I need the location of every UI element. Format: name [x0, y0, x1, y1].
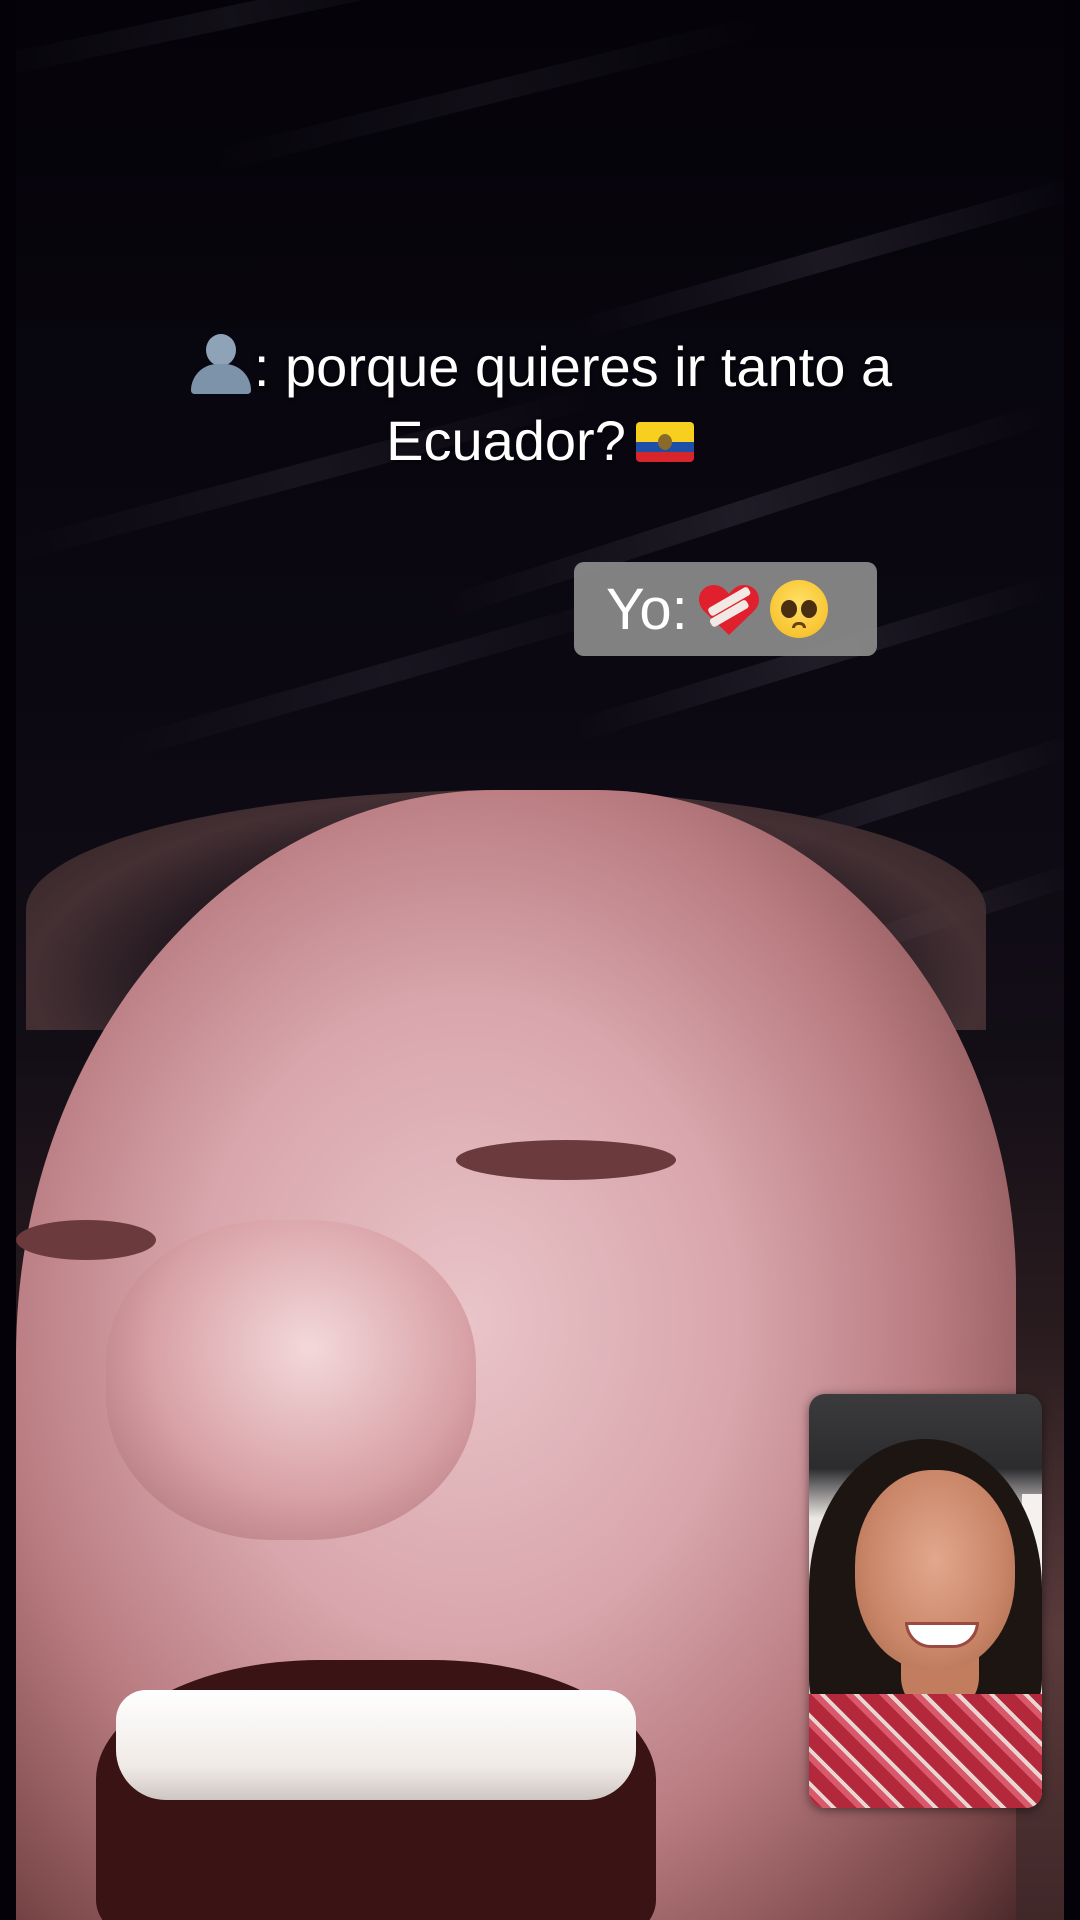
person-eye	[456, 1140, 676, 1180]
person-teeth	[116, 1690, 636, 1800]
ceiling-slat	[572, 177, 1064, 342]
person-eye	[16, 1220, 156, 1260]
ecuador-flag-icon	[635, 422, 694, 462]
caption-question: : porque quieres ir tanto a Ecuador?	[253, 335, 893, 472]
mending-heart-icon	[698, 581, 760, 637]
bust-in-silhouette-icon	[188, 334, 254, 394]
caption-text: : porque quieres ir tanto a Ecuador?	[110, 330, 970, 478]
reply-bubble: Yo:	[574, 562, 877, 656]
reply-label: Yo:	[606, 576, 688, 642]
pleading-face-icon	[769, 580, 828, 638]
ceiling-slat	[16, 0, 487, 82]
ceiling-slat	[213, 14, 763, 172]
person-nose	[106, 1220, 476, 1540]
self-view-shirt	[809, 1694, 1042, 1808]
self-view-pip[interactable]	[809, 1394, 1042, 1808]
video-call-screen: : porque quieres ir tanto a Ecuador? Yo:	[0, 0, 1080, 1920]
